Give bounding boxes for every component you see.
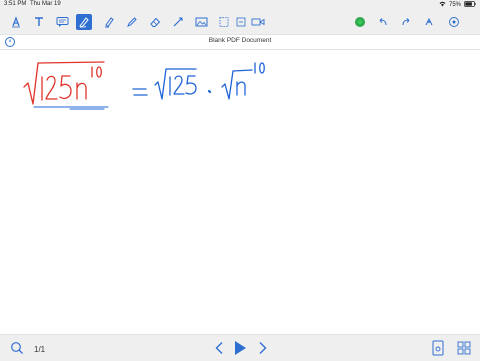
attachment-icon[interactable]	[233, 14, 249, 30]
video-icon[interactable]	[250, 14, 266, 30]
status-right: 75%	[439, 0, 476, 10]
image-icon[interactable]	[193, 14, 209, 30]
pen-icon[interactable]	[124, 14, 140, 30]
page-indicator: 1/1	[34, 345, 46, 354]
drawing-canvas[interactable]	[0, 49, 480, 330]
status-date: Thu Mar 19	[30, 1, 61, 7]
pen-tool-icon[interactable]	[8, 14, 24, 30]
back-icon[interactable]	[375, 14, 391, 30]
forward-icon[interactable]	[398, 14, 414, 30]
bottom-bar: 1/1	[0, 334, 480, 361]
handwriting-layer	[23, 61, 265, 110]
highlighter-icon[interactable]	[101, 14, 117, 30]
share-icon[interactable]	[421, 14, 437, 30]
status-time: 3:51 PM	[4, 1, 27, 7]
battery-icon	[464, 1, 476, 9]
eraser-icon[interactable]	[147, 14, 163, 30]
document-header: × Blank PDF Document	[0, 34, 480, 50]
text-tool-icon[interactable]	[31, 14, 47, 30]
status-bar: 3:51 PM Thu Mar 19 75%	[0, 0, 480, 10]
search-icon[interactable]	[10, 341, 24, 360]
comment-icon[interactable]	[54, 14, 70, 30]
play-icon[interactable]	[233, 340, 247, 361]
line-icon[interactable]	[170, 14, 186, 30]
handwriting-right	[132, 62, 265, 100]
annotation-toolbar	[0, 10, 480, 34]
next-page-icon[interactable]	[258, 341, 268, 360]
page-settings-icon[interactable]	[432, 340, 444, 361]
grid-view-icon[interactable]	[456, 340, 472, 361]
more-icon[interactable]	[446, 14, 462, 30]
document-title: Blank PDF Document	[208, 37, 272, 44]
freehand-icon[interactable]	[76, 14, 92, 30]
handwriting-left	[23, 61, 109, 110]
wifi-icon	[439, 1, 446, 9]
battery-percent: 75%	[448, 2, 461, 8]
text-box-icon[interactable]	[216, 14, 232, 30]
record-button-icon[interactable]	[352, 14, 368, 30]
previous-page-icon[interactable]	[214, 341, 224, 360]
